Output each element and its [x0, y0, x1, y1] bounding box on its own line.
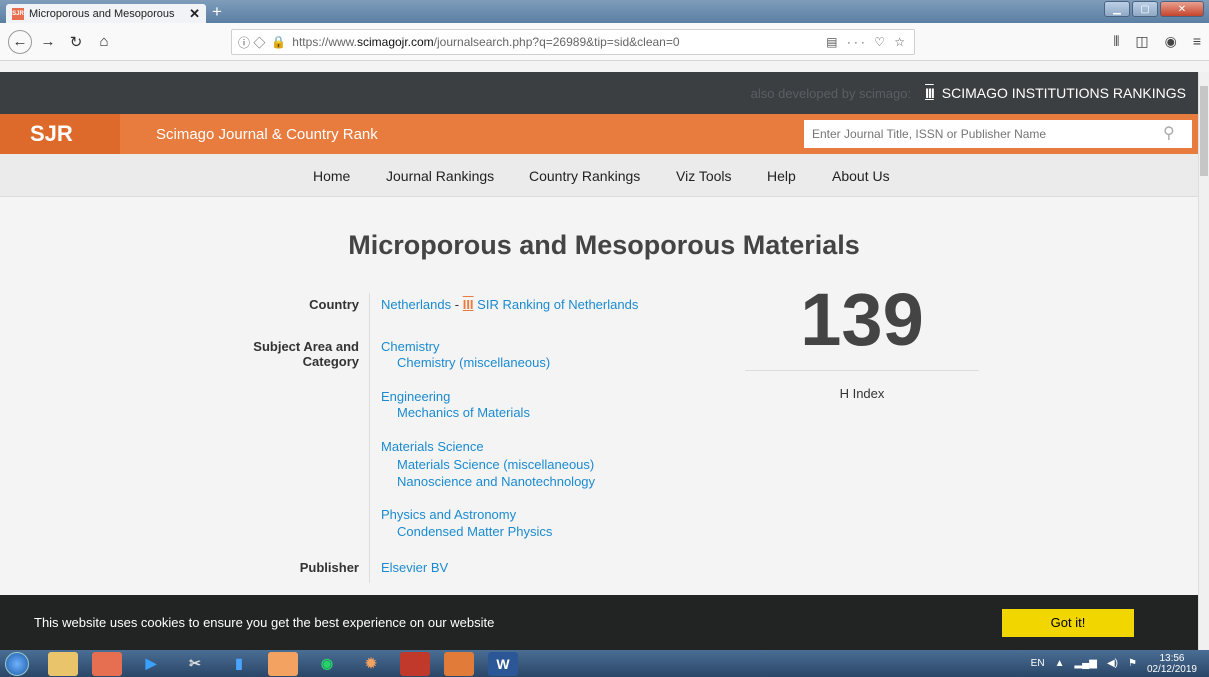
word-icon[interactable]: W	[488, 651, 518, 676]
nav-viz-tools[interactable]: Viz Tools	[676, 168, 732, 184]
scimago-top-band: also developed by scimago: III SCIMAGO I…	[0, 72, 1198, 114]
window-close-button[interactable]: ✕	[1160, 1, 1204, 17]
media-player-icon[interactable]: ▶	[136, 652, 166, 676]
library-icon[interactable]: ⫴	[1113, 33, 1119, 50]
subject-area-link[interactable]: Chemistry	[381, 339, 440, 354]
firefox-icon[interactable]	[92, 651, 122, 676]
extension-icon[interactable]: ◉	[1165, 33, 1177, 50]
maximize-button[interactable]: ▢	[1132, 1, 1158, 17]
subject-area-label: Subject Area and Category	[253, 339, 359, 369]
subject-area-link[interactable]: Engineering	[381, 389, 450, 404]
sjr-logo[interactable]: SJR	[0, 114, 120, 154]
pdf-icon[interactable]	[444, 651, 474, 676]
volume-icon[interactable]: ◀)	[1107, 658, 1118, 669]
close-tab-icon[interactable]: ✕	[189, 6, 200, 22]
reload-icon[interactable]: ↻	[64, 30, 88, 54]
system-tray: EN ▲ ▂▄▆ ◀) ⚑ 13:56 02/12/2019	[1031, 653, 1209, 675]
window-controls: ▁ ▢ ✕	[1104, 1, 1204, 17]
browser-tab[interactable]: SJR Microporous and Mesoporous ✕	[6, 4, 206, 23]
site-name[interactable]: Scimago Journal & Country Rank	[156, 126, 378, 143]
windows-logo-icon	[5, 651, 29, 676]
sir-label: SCIMAGO INSTITUTIONS RANKINGS	[941, 85, 1186, 101]
category-link[interactable]: Mechanics of Materials	[397, 405, 530, 420]
flag-icon[interactable]: ⚑	[1128, 658, 1137, 669]
search-icon[interactable]: ⚲	[1163, 123, 1175, 143]
back-arrow-icon[interactable]: ←	[8, 29, 32, 54]
category-link[interactable]: Condensed Matter Physics	[397, 524, 552, 539]
cookie-message: This website uses cookies to ensure you …	[34, 615, 495, 630]
h-index-label: H Index	[839, 386, 885, 401]
site-header: SJR Scimago Journal & Country Rank ⚲	[0, 114, 1198, 154]
page-scrollbar[interactable]	[1198, 72, 1209, 650]
clock-date: 02/12/2019	[1146, 663, 1197, 675]
book-icon[interactable]: ▮	[224, 652, 254, 676]
tab-title: Microporous and Mesoporous	[29, 7, 175, 20]
settings-icon[interactable]: ✹	[356, 652, 386, 676]
browser-menu-icons: ⫴ ◫ ◉ ≡	[1113, 33, 1201, 50]
country-separator: -	[454, 297, 460, 312]
subject-area-link[interactable]: Materials Science	[381, 439, 484, 454]
clock[interactable]: 13:56 02/12/2019	[1147, 653, 1197, 675]
whatsapp-icon[interactable]: ◉	[312, 652, 342, 676]
sir-ranking-link[interactable]: SIR Ranking of Netherlands	[477, 297, 638, 312]
clock-time: 13:56	[1159, 652, 1185, 664]
subject-label-line1: Subject Area and	[253, 339, 359, 354]
nav-journal-rankings[interactable]: Journal Rankings	[386, 168, 494, 184]
also-developed-text: also developed by scimago:	[750, 85, 912, 101]
sidebar-icon[interactable]: ◫	[1135, 33, 1148, 50]
url-domain: scimagojr.com	[356, 35, 434, 49]
sjr-favicon: SJR	[12, 7, 24, 20]
snipping-tool-icon[interactable]: ✂	[180, 652, 210, 676]
nav-country-rankings[interactable]: Country Rankings	[529, 168, 640, 184]
url-bar[interactable]: ⓘ ◇ 🔒 https://www. scimagojr.com/journals…	[231, 29, 915, 55]
home-icon[interactable]: ⌂	[92, 30, 116, 54]
category-link[interactable]: Chemistry (miscellaneous)	[397, 355, 550, 370]
network-icon[interactable]: ▂▄▆	[1074, 658, 1096, 669]
sir-pillars-icon: III	[462, 297, 474, 312]
journal-content: Microporous and Mesoporous Materials Cou…	[0, 197, 1198, 595]
lock-icon: 🔒	[271, 35, 287, 49]
info-icon[interactable]: ⓘ ◇	[238, 34, 265, 51]
cookie-banner: This website uses cookies to ensure you …	[0, 595, 1198, 650]
scrollbar-thumb[interactable]	[1200, 86, 1208, 176]
url-prefix: https://www.	[292, 35, 357, 49]
subject-area-link[interactable]: Physics and Astronomy	[381, 507, 516, 522]
journal-search-input[interactable]	[804, 120, 1192, 148]
country-row: Netherlands - III SIR Ranking of Netherl…	[381, 297, 638, 312]
country-label: Country	[309, 297, 359, 312]
publisher-label: Publisher	[299, 560, 359, 575]
cookie-accept-button[interactable]: Got it!	[1002, 608, 1134, 637]
category-link[interactable]: Nanoscience and Nanotechnology	[397, 474, 595, 489]
tray-expand-icon[interactable]: ▲	[1055, 658, 1065, 669]
main-nav: Home Journal Rankings Country Rankings V…	[0, 154, 1198, 197]
nav-about-us[interactable]: About Us	[832, 168, 890, 184]
start-button[interactable]	[0, 650, 34, 677]
forward-arrow-icon[interactable]: →	[36, 30, 60, 54]
subject-label-line2: Category	[302, 354, 359, 369]
divider	[369, 293, 370, 583]
menu-icon[interactable]: ≡	[1193, 33, 1201, 50]
browser-toolbar: ← → ↻ ⌂ ⓘ ◇ 🔒 https://www. scimagojr.com /…	[0, 23, 1209, 61]
category-link[interactable]: Materials Science (miscellaneous)	[397, 457, 594, 472]
nav-help[interactable]: Help	[767, 168, 796, 184]
window-titlebar: SJR Microporous and Mesoporous ✕ + ▁ ▢ ✕	[0, 0, 1209, 23]
language-indicator[interactable]: EN	[1031, 658, 1045, 669]
windows-taskbar: ▶ ✂ ▮ ◉ ✹ W EN ▲ ▂▄▆ ◀) ⚑ 13:56 02/12/20…	[0, 650, 1209, 677]
file-explorer-icon[interactable]	[48, 651, 78, 676]
app-icon[interactable]	[268, 651, 298, 676]
url-path: /journalsearch.php?q=26989&tip=sid&clean…	[433, 35, 680, 49]
sir-link[interactable]: III SCIMAGO INSTITUTIONS RANKINGS	[925, 85, 1186, 101]
journal-title: Microporous and Mesoporous Materials	[348, 230, 860, 260]
minimize-button[interactable]: ▁	[1104, 1, 1130, 17]
nav-home[interactable]: Home	[313, 168, 350, 184]
new-tab-button[interactable]: +	[212, 2, 222, 22]
country-link[interactable]: Netherlands	[381, 297, 451, 312]
page-actions-icon[interactable]: ▤ ··· ♡ ☆	[826, 35, 908, 49]
h-index-divider	[745, 370, 979, 371]
publisher-link[interactable]: Elsevier BV	[381, 560, 448, 575]
h-index-value: 139	[800, 278, 924, 361]
mendeley-icon[interactable]	[400, 651, 430, 676]
sir-pillars-icon: III	[925, 85, 935, 101]
